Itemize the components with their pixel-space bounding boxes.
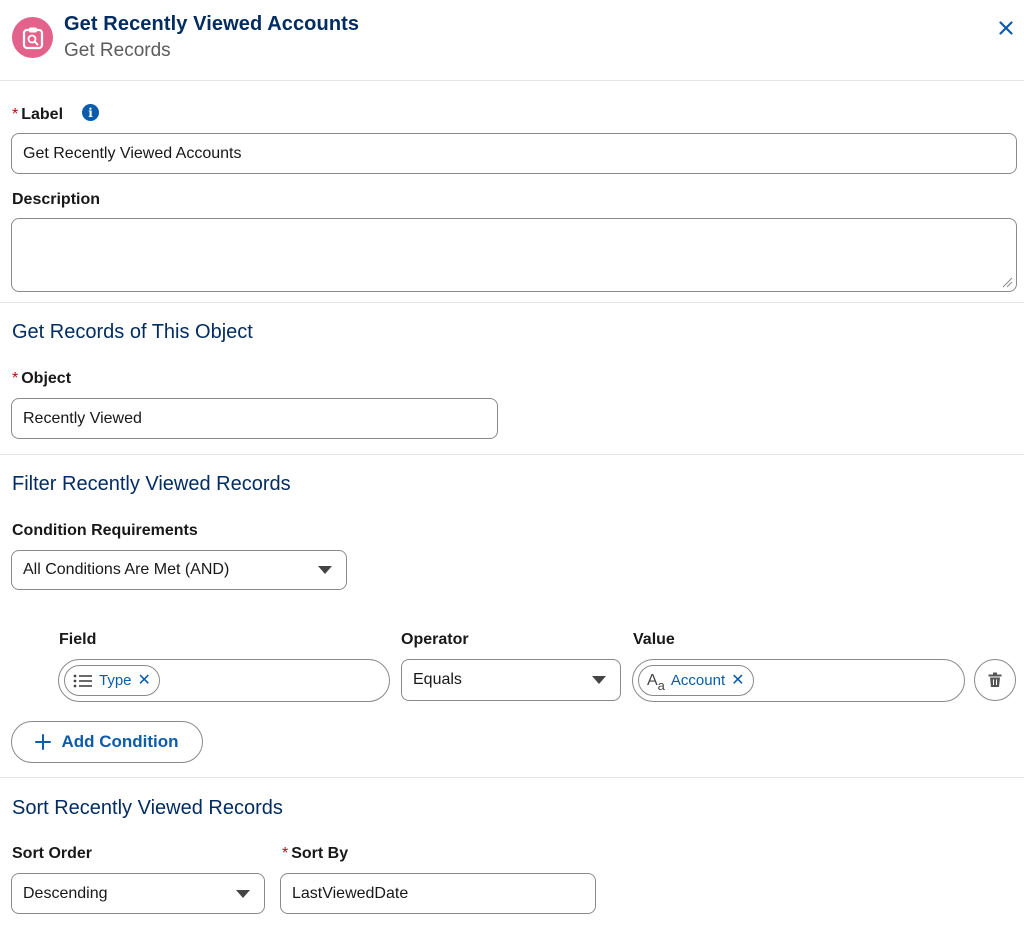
add-condition-label: Add Condition [61,732,179,751]
value-column-header: Value [633,631,675,648]
required-indicator: * [12,106,19,123]
close-icon [999,21,1013,35]
panel-subtitle: Get Records [64,40,171,61]
value-input[interactable]: Aa Account ✕ [632,659,965,702]
sort-by-label: * Sort By [282,845,349,862]
add-condition-button[interactable]: Add Condition [11,721,203,763]
description-label: Description [12,191,101,208]
value-pill[interactable]: Aa Account ✕ [638,665,754,696]
condition-requirements-label: Condition Requirements [12,522,198,539]
description-textarea[interactable] [11,218,1017,292]
trash-icon [988,672,1002,687]
required-indicator: * [282,845,289,862]
field-pill[interactable]: Type ✕ [64,665,160,696]
label-field-label: * Label [12,106,64,123]
object-input[interactable]: Recently Viewed [11,398,498,439]
sort-by-input[interactable]: LastViewedDate [280,873,596,914]
section-divider [0,454,1024,455]
sort-order-select[interactable]: Descending [11,873,265,914]
sort-order-value: Descending [23,884,108,902]
plus-icon [35,734,52,750]
get-records-icon [12,17,53,58]
object-input-value: Recently Viewed [23,409,142,427]
section-divider [0,777,1024,778]
chevron-down-icon [592,676,606,684]
object-field-label: * Object [12,370,72,387]
label-input-value: Get Recently Viewed Accounts [23,144,242,162]
chevron-down-icon [236,889,250,898]
condition-requirements-select[interactable]: All Conditions Are Met (AND) [11,550,347,590]
filter-section-title: Filter Recently Viewed Records [12,473,291,495]
info-icon[interactable]: i [82,104,99,121]
panel-title: Get Recently Viewed Accounts [64,13,360,35]
remove-pill-icon[interactable]: ✕ [138,672,151,689]
object-section-title: Get Records of This Object [12,321,253,343]
sort-by-value: LastViewedDate [292,884,409,902]
field-input[interactable]: Type ✕ [58,659,390,702]
resize-handle-icon[interactable] [1001,276,1013,288]
required-indicator: * [12,370,19,387]
remove-pill-icon[interactable]: ✕ [731,672,744,689]
header-divider [0,80,1024,81]
sort-order-label: Sort Order [12,845,93,862]
label-input[interactable]: Get Recently Viewed Accounts [11,133,1017,174]
field-pill-label: Type [99,672,132,689]
sort-section-title: Sort Recently Viewed Records [12,797,283,819]
operator-select[interactable]: Equals [401,659,621,701]
operator-column-header: Operator [401,631,469,648]
section-divider [0,302,1024,303]
value-pill-label: Account [670,672,726,689]
close-button[interactable] [994,16,1018,40]
text-type-icon: Aa [647,671,665,693]
delete-condition-button[interactable] [974,659,1016,701]
condition-requirements-value: All Conditions Are Met (AND) [23,561,230,578]
picklist-icon [73,674,92,687]
field-column-header: Field [59,631,97,648]
operator-value: Equals [413,671,462,688]
chevron-down-icon [318,566,332,574]
